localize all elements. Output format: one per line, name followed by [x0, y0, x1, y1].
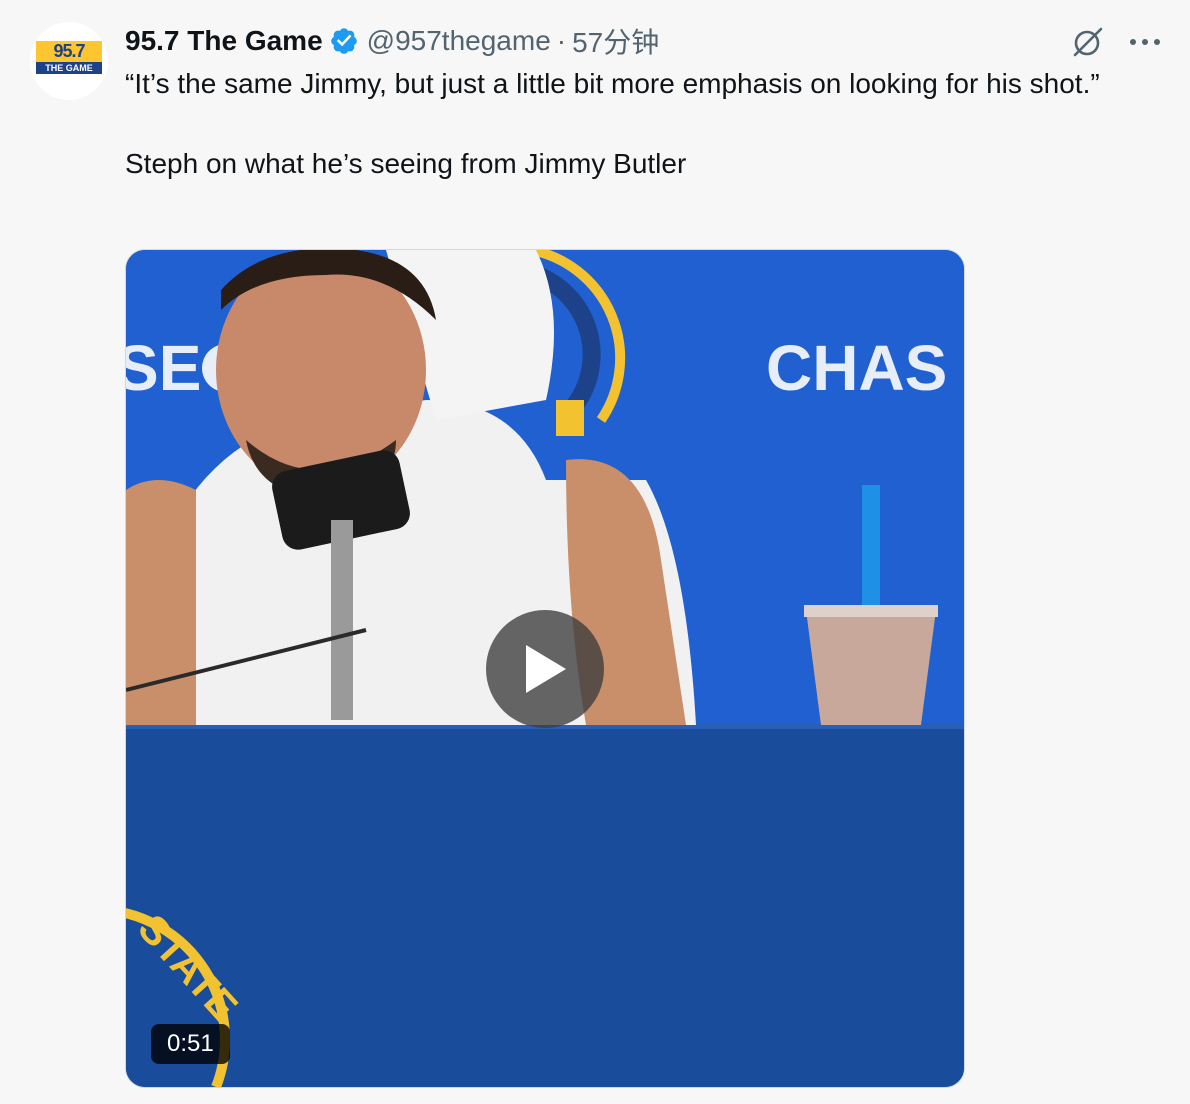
backdrop-text: CHAS — [766, 332, 947, 404]
tweet-actions — [1070, 22, 1162, 62]
tweet-caption: Steph on what he’s seeing from Jimmy But… — [125, 148, 687, 179]
backdrop-text-left: SE — [126, 332, 201, 404]
station-logo: 95.7 THE GAME — [36, 41, 102, 81]
avatar[interactable]: 95.7 THE GAME — [30, 22, 108, 100]
author-handle[interactable]: @957thegame — [367, 25, 551, 57]
video-player[interactable]: CHAS SE STATE — [125, 249, 965, 1088]
tweet[interactable]: 95.7 THE GAME 95.7 The Game @957thegame … — [0, 0, 1190, 1104]
video-duration: 0:51 — [151, 1024, 230, 1064]
tweet-text: “It’s the same Jimmy, but just a little … — [125, 64, 1145, 184]
grok-icon[interactable] — [1070, 24, 1106, 60]
verified-badge-icon — [330, 28, 357, 54]
separator-dot: · — [556, 25, 567, 56]
tweet-header: 95.7 The Game @957thegame · 57分钟 — [125, 22, 659, 60]
logo-number: 95.7 — [36, 41, 102, 62]
play-icon — [526, 645, 566, 693]
timestamp[interactable]: 57分钟 — [572, 21, 659, 61]
display-name[interactable]: 95.7 The Game — [125, 25, 323, 57]
more-icon[interactable] — [1128, 32, 1162, 52]
play-button[interactable] — [486, 610, 604, 728]
tweet-quote: “It’s the same Jimmy, but just a little … — [125, 68, 1100, 99]
logo-subtitle: THE GAME — [36, 62, 102, 74]
